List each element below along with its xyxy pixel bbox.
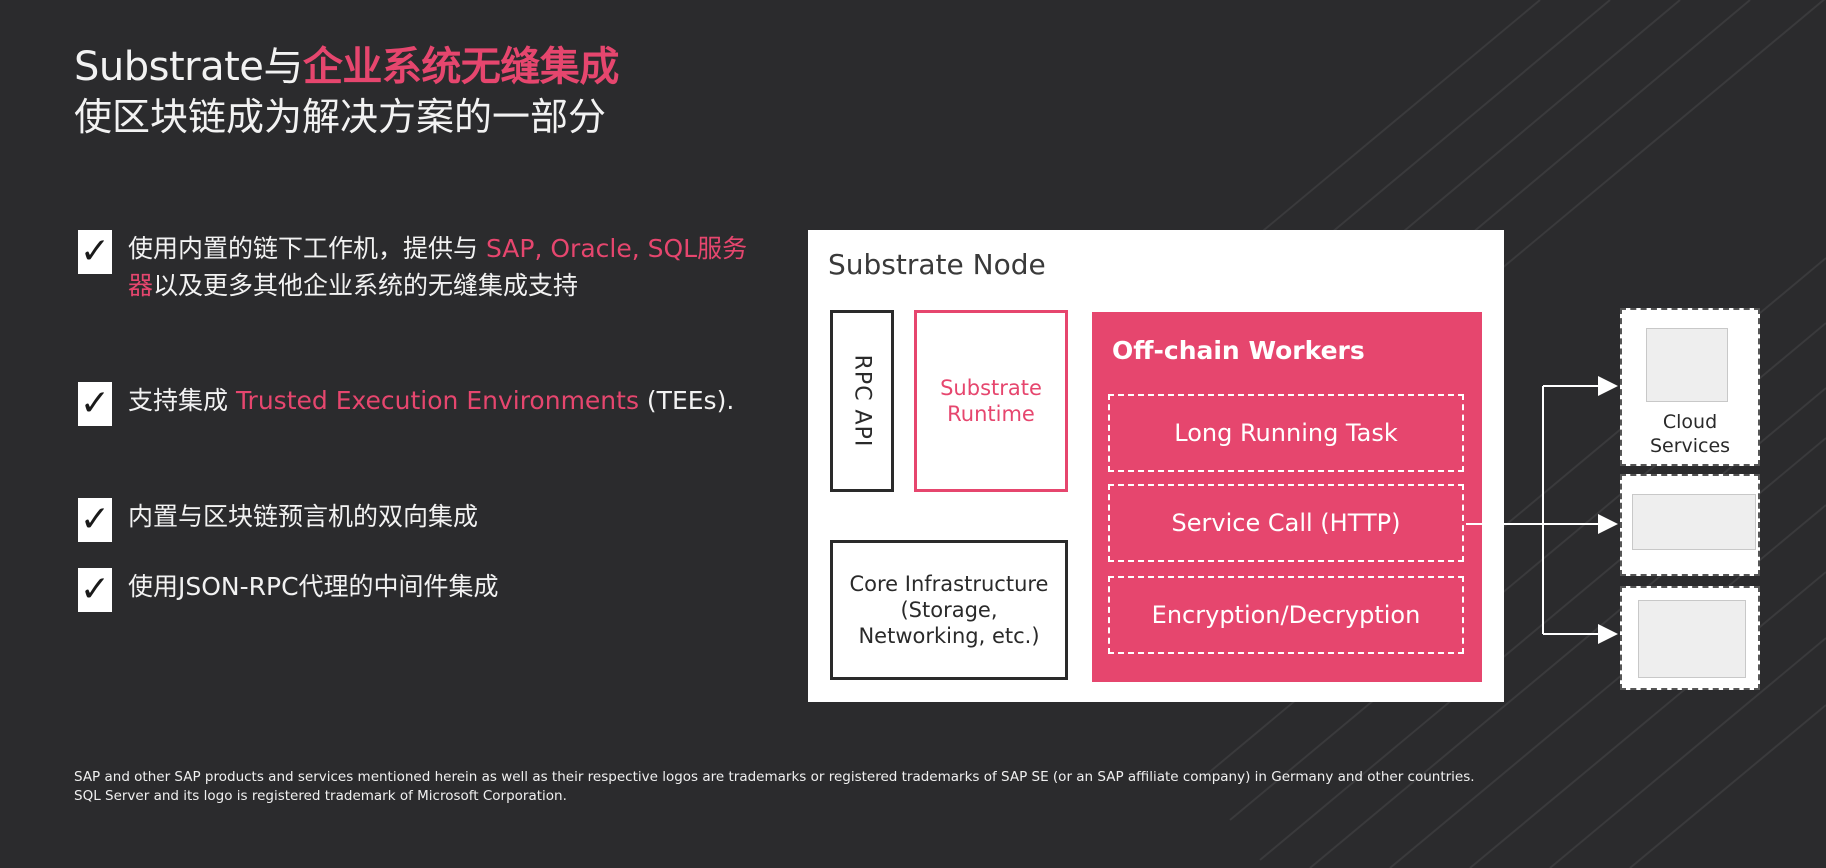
runtime-box: Substrate Runtime [914, 310, 1068, 492]
title-plain: Substrate与 [74, 44, 303, 90]
slide-title: Substrate与企业系统无缝集成 使区块链成为解决方案的一部分 [74, 42, 619, 142]
task-encryption: Encryption/Decryption [1108, 576, 1464, 654]
footer-trademarks: SAP and other SAP products and services … [74, 768, 1475, 806]
core-label-line: (Storage, [900, 598, 998, 622]
checkbox-icon: ✓ [78, 498, 112, 542]
runtime-label-line: Runtime [947, 402, 1035, 426]
bullet-text: 内置与区块链预言机的双向集成 [128, 502, 479, 531]
bullet-item: ✓ 使用JSON-RPC代理的中间件集成 [78, 568, 499, 612]
offchain-workers-box: Off-chain Workers Long Running Task Serv… [1092, 312, 1482, 682]
core-label: Core Infrastructure (Storage, Networking, … [850, 571, 1049, 649]
cloud-service-box: Cloud Services [1620, 308, 1760, 466]
title-accent: 企业系统无缝集成 [302, 44, 620, 90]
node-title: Substrate Node [828, 248, 1046, 281]
external-system-box [1620, 586, 1760, 690]
offchain-workers-title: Off-chain Workers [1112, 336, 1365, 365]
bullet-text: 支持集成 Trusted Execution Environments (TEE… [128, 382, 748, 426]
external-system-box [1620, 474, 1760, 576]
cloud-services-label: Cloud Services [1622, 410, 1758, 458]
cloud-label-line: Services [1649, 435, 1731, 457]
task-long-running: Long Running Task [1108, 394, 1464, 472]
bullet-text: 使用内置的链下工作机，提供与 SAP, Oracle, SQL服务器以及更多其他… [128, 230, 748, 304]
substrate-node-box: Substrate Node RPC API Substrate Runtime … [808, 230, 1504, 702]
task-service-call: Service Call (HTTP) [1108, 484, 1464, 562]
core-label-line: Networking, etc.) [858, 624, 1040, 648]
footer-line-2: SQL Server and its logo is registered tr… [74, 788, 567, 804]
checkbox-icon: ✓ [78, 382, 112, 426]
bullet-text-plain: 使用内置的链下工作机，提供与 [128, 234, 486, 263]
bullet-item: ✓ 支持集成 Trusted Execution Environments (T… [78, 382, 748, 426]
bullet-text-plain: 支持集成 [128, 386, 236, 415]
title-line-2: 使区块链成为解决方案的一部分 [74, 95, 607, 139]
bullet-text-plain: (TEEs). [638, 386, 735, 415]
checkbox-icon: ✓ [78, 230, 112, 274]
title-line-1: Substrate与企业系统无缝集成 [74, 42, 619, 92]
core-infrastructure-box: Core Infrastructure (Storage, Networking, … [830, 540, 1068, 680]
bullet-text-plain: 以及更多其他企业系统的无缝集成支持 [153, 271, 579, 300]
core-label-line: Core Infrastructure [849, 572, 1049, 596]
external-system-icon [1638, 600, 1746, 678]
bullet-text: 使用JSON-RPC代理的中间件集成 [128, 572, 499, 601]
bullet-text-highlight: Trusted Execution Environments [235, 386, 639, 415]
runtime-label: Substrate Runtime [940, 375, 1042, 427]
rpc-api-box: RPC API [830, 310, 894, 492]
footer-line-1: SAP and other SAP products and services … [74, 769, 1475, 785]
cloud-service-icon [1646, 328, 1728, 402]
bullet-item: ✓ 使用内置的链下工作机，提供与 SAP, Oracle, SQL服务器以及更多… [78, 230, 748, 304]
bullet-item: ✓ 内置与区块链预言机的双向集成 [78, 498, 478, 542]
checkbox-icon: ✓ [78, 568, 112, 612]
rpc-api-label: RPC API [849, 354, 875, 448]
cloud-label-line: Cloud [1662, 411, 1718, 433]
external-system-icon [1632, 494, 1756, 550]
runtime-label-line: Substrate [940, 376, 1042, 400]
